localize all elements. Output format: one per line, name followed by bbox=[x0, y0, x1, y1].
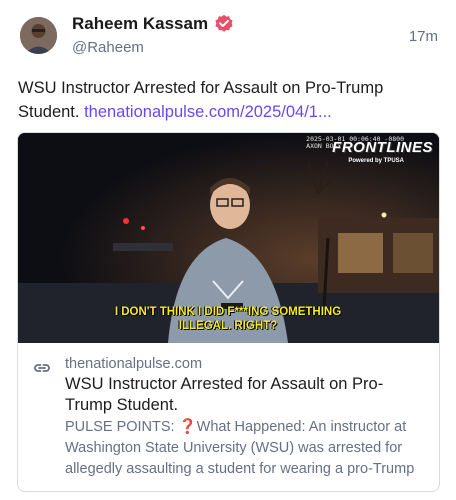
link-preview-card[interactable]: 2025-03-01 00:06:40 -0800 AXON BODY FRON… bbox=[17, 132, 440, 492]
post-time[interactable]: 17m bbox=[409, 28, 438, 45]
preview-image[interactable]: 2025-03-01 00:06:40 -0800 AXON BODY FRON… bbox=[18, 133, 439, 343]
card-domain: thenationalpulse.com bbox=[65, 356, 203, 372]
author-name[interactable]: Raheem Kassam bbox=[72, 14, 234, 34]
avatar[interactable] bbox=[20, 17, 57, 54]
author-name-label: Raheem Kassam bbox=[72, 14, 209, 33]
card-title[interactable]: WSU Instructor Arrested for Assault on P… bbox=[65, 374, 425, 416]
post-text: WSU Instructor Arrested for Assault on P… bbox=[18, 76, 438, 124]
verified-badge-icon bbox=[215, 14, 233, 32]
powered-by-label: Powered by TPUSA bbox=[348, 158, 404, 164]
brand-logo: FRONTLINES bbox=[332, 139, 433, 156]
video-caption: I DON'T THINK I DID F***ING SOMETHING IL… bbox=[114, 306, 342, 332]
post-header: Raheem Kassam @Raheem 17m bbox=[0, 0, 456, 70]
link-icon bbox=[34, 364, 50, 372]
post-link[interactable]: thenationalpulse.com/2025/04/1... bbox=[84, 103, 332, 121]
author-handle[interactable]: @Raheem bbox=[72, 39, 144, 56]
card-description: PULSE POINTS: ❓What Happened: An instruc… bbox=[65, 419, 415, 477]
